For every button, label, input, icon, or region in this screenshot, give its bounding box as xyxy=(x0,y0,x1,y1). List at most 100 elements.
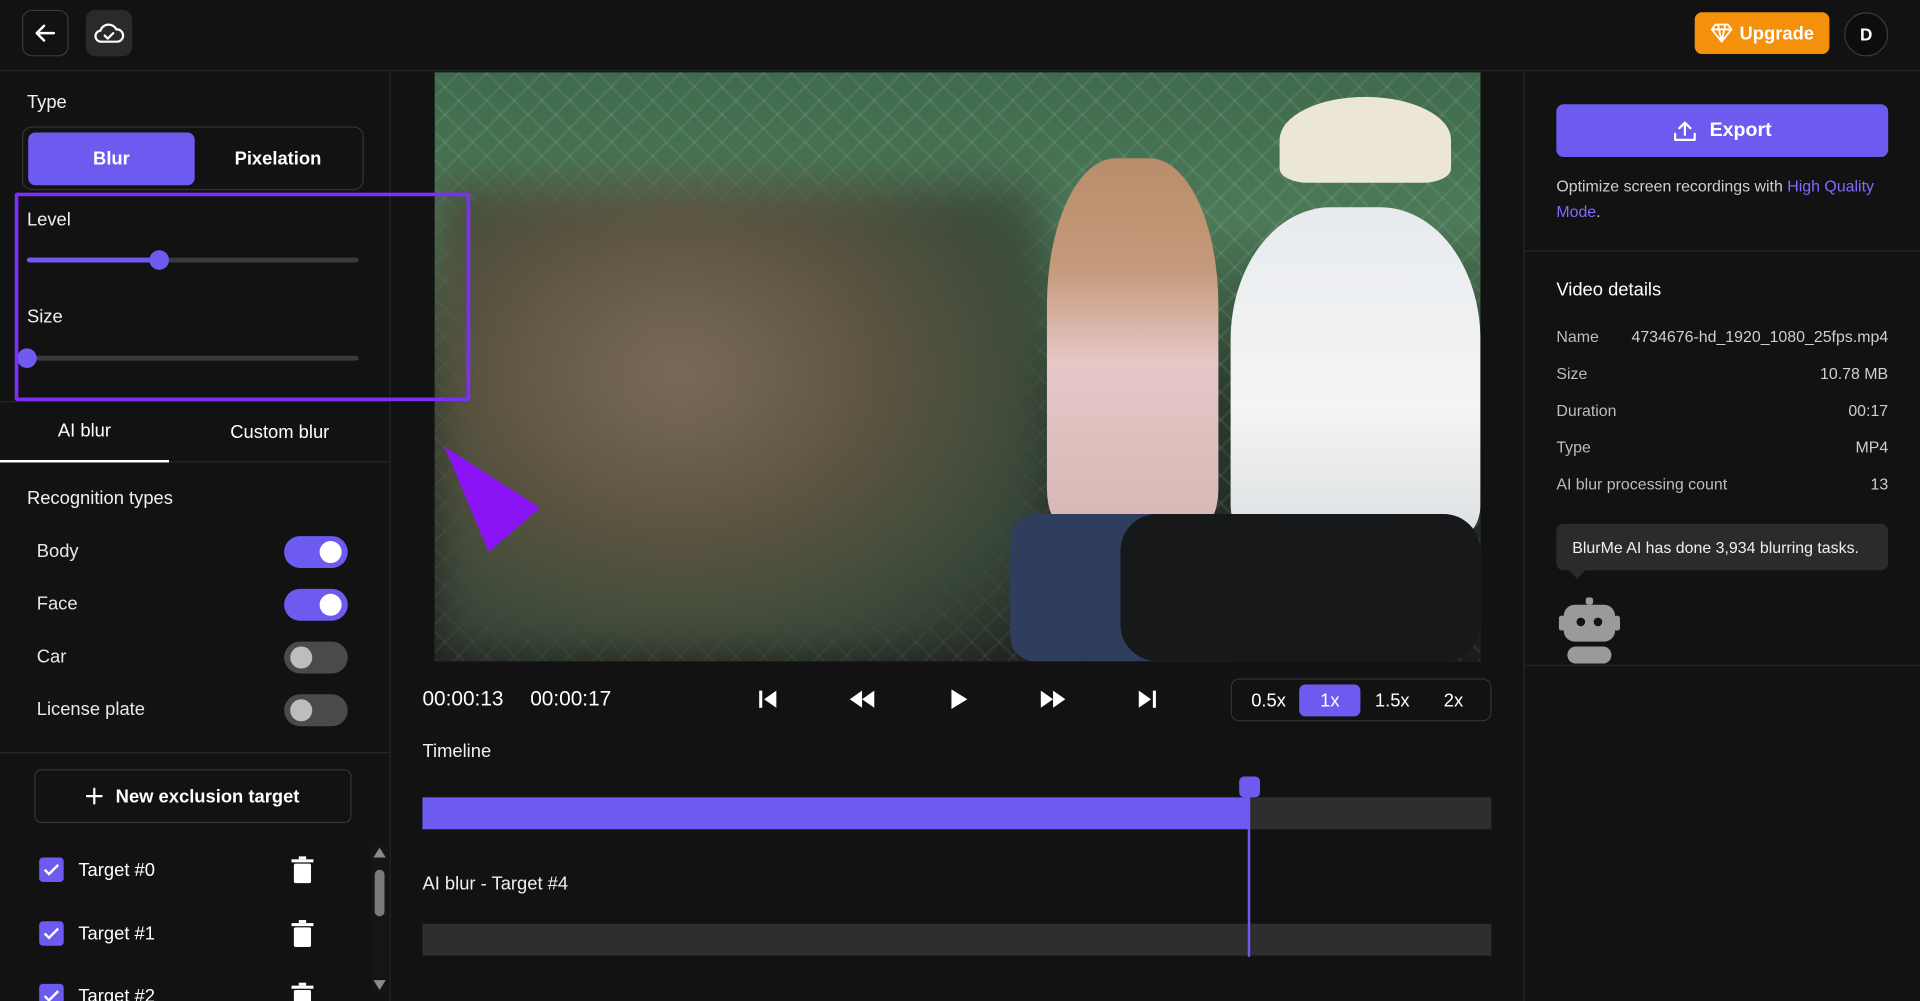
timeline-label: Timeline xyxy=(422,740,492,762)
play-icon xyxy=(951,689,968,710)
recognition-row-face: Face xyxy=(36,588,348,621)
body-toggle[interactable] xyxy=(284,536,348,568)
upgrade-button[interactable]: Upgrade xyxy=(1694,12,1830,54)
playhead-handle[interactable] xyxy=(1239,776,1261,798)
blur-mode-tabs: AI blur Custom blur xyxy=(0,401,391,463)
license-plate-toggle[interactable] xyxy=(284,694,348,727)
timeline-progress xyxy=(422,797,1249,830)
target-row: Target #0 xyxy=(39,856,316,884)
blur-option[interactable]: Blur xyxy=(28,132,195,186)
level-slider[interactable] xyxy=(26,250,359,270)
target-row: Target #1 xyxy=(39,920,316,948)
tab-custom-blur[interactable]: Custom blur xyxy=(169,402,391,462)
target-row: Target #2 xyxy=(39,982,316,1001)
detail-key: Type xyxy=(1556,437,1591,457)
detail-key: Duration xyxy=(1556,401,1617,420)
speed-2x[interactable]: 2x xyxy=(1423,684,1484,716)
speed-1x[interactable]: 1x xyxy=(1299,684,1361,717)
ai-blur-track[interactable] xyxy=(422,923,1492,956)
export-button[interactable]: Export xyxy=(1556,104,1889,158)
rewind-button[interactable] xyxy=(846,684,878,713)
cursor-pointer-icon xyxy=(444,446,541,553)
level-slider-thumb[interactable] xyxy=(149,250,170,270)
skip-back-icon xyxy=(759,690,777,708)
skip-forward-button[interactable] xyxy=(1131,684,1163,713)
divider xyxy=(1524,664,1920,667)
checkmark-icon xyxy=(43,990,60,1001)
size-slider-thumb[interactable] xyxy=(17,348,37,369)
scrollbar-thumb[interactable] xyxy=(374,869,385,917)
recognition-label-license-plate: License plate xyxy=(36,699,145,721)
video-person-boy-pants xyxy=(1120,513,1481,662)
plus-icon xyxy=(86,787,104,805)
targets-scrollbar[interactable] xyxy=(371,845,389,993)
arrow-left-icon xyxy=(35,24,56,42)
playhead-line xyxy=(1247,794,1251,957)
fast-forward-button[interactable] xyxy=(1037,684,1069,713)
target-checkbox[interactable] xyxy=(39,921,64,946)
car-toggle[interactable] xyxy=(284,641,348,674)
detail-value: 00:17 xyxy=(1848,401,1889,420)
pixelation-option[interactable]: Pixelation xyxy=(195,132,362,185)
recognition-row-body: Body xyxy=(37,536,348,568)
speed-1-5x[interactable]: 1.5x xyxy=(1362,684,1423,716)
optimize-suffix: . xyxy=(1596,202,1601,221)
left-panel: Type Blur Pixelation Level Size AI blur … xyxy=(0,72,391,1001)
video-preview[interactable] xyxy=(434,72,1481,662)
divider xyxy=(1524,250,1920,252)
video-person-boy-shirt xyxy=(1230,207,1481,539)
right-panel: Export Optimize screen recordings with H… xyxy=(1523,72,1920,1001)
avatar[interactable]: D xyxy=(1844,12,1889,57)
target-checkbox[interactable] xyxy=(39,983,64,1001)
type-segmented-control: Blur Pixelation xyxy=(22,126,364,191)
level-label: Level xyxy=(26,209,71,231)
detail-value: 10.78 MB xyxy=(1820,364,1889,383)
playback-speed-control: 0.5x 1x 1.5x 2x xyxy=(1230,678,1492,722)
video-person-boy-hat xyxy=(1279,96,1452,183)
detail-value: 13 xyxy=(1870,474,1889,494)
new-exclusion-target-button[interactable]: New exclusion target xyxy=(34,769,352,824)
detail-row-size: Size 10.78 MB xyxy=(1556,364,1888,386)
robot-icon xyxy=(1558,597,1621,664)
ai-blur-track-label: AI blur - Target #4 xyxy=(422,873,569,895)
optimize-text: Optimize screen recordings with xyxy=(1556,176,1783,196)
trash-icon[interactable] xyxy=(291,920,314,948)
skip-forward-icon xyxy=(1138,690,1156,708)
detail-key: Name xyxy=(1556,327,1599,346)
back-button[interactable] xyxy=(22,9,69,57)
tooltip-tail xyxy=(1568,569,1586,580)
recognition-label-face: Face xyxy=(36,593,78,615)
detail-row-type: Type MP4 xyxy=(1556,438,1888,460)
optimize-hint: Optimize screen recordings with High Qua… xyxy=(1556,173,1899,225)
face-toggle[interactable] xyxy=(284,588,348,621)
detail-row-name: Name 4734676-hd_1920_1080_25fps.mp4 xyxy=(1556,328,1888,350)
divider xyxy=(0,751,391,754)
size-label: Size xyxy=(26,306,63,328)
play-button[interactable] xyxy=(943,684,975,713)
trash-icon[interactable] xyxy=(291,856,314,884)
recognition-types-title: Recognition types xyxy=(26,488,173,510)
cloud-save-button[interactable] xyxy=(85,9,133,57)
timeline-track[interactable] xyxy=(422,797,1492,830)
scroll-up-icon[interactable] xyxy=(373,847,386,858)
speed-0-5x[interactable]: 0.5x xyxy=(1238,684,1299,716)
trash-icon[interactable] xyxy=(291,982,314,1001)
target-name: Target #0 xyxy=(78,859,155,881)
recognition-row-license-plate: License plate xyxy=(36,694,348,727)
recognition-label-body: Body xyxy=(36,540,79,562)
size-slider[interactable] xyxy=(17,348,359,369)
tab-ai-blur[interactable]: AI blur xyxy=(0,402,169,463)
upgrade-label: Upgrade xyxy=(1739,22,1815,44)
top-bar: Upgrade D xyxy=(0,0,1920,72)
current-time: 00:00:13 xyxy=(422,686,504,711)
recognition-row-car: Car xyxy=(37,641,348,674)
target-checkbox[interactable] xyxy=(39,857,64,882)
detail-key: AI blur processing count xyxy=(1556,474,1728,494)
level-slider-fill xyxy=(26,257,160,263)
detail-row-duration: Duration 00:17 xyxy=(1556,401,1888,423)
skip-back-button[interactable] xyxy=(752,684,784,713)
detail-value: 4734676-hd_1920_1080_25fps.mp4 xyxy=(1631,327,1889,346)
target-name: Target #2 xyxy=(78,986,155,1001)
blurme-stats-tooltip: BlurMe AI has done 3,934 blurring tasks. xyxy=(1556,523,1889,571)
scroll-down-icon[interactable] xyxy=(373,980,386,990)
